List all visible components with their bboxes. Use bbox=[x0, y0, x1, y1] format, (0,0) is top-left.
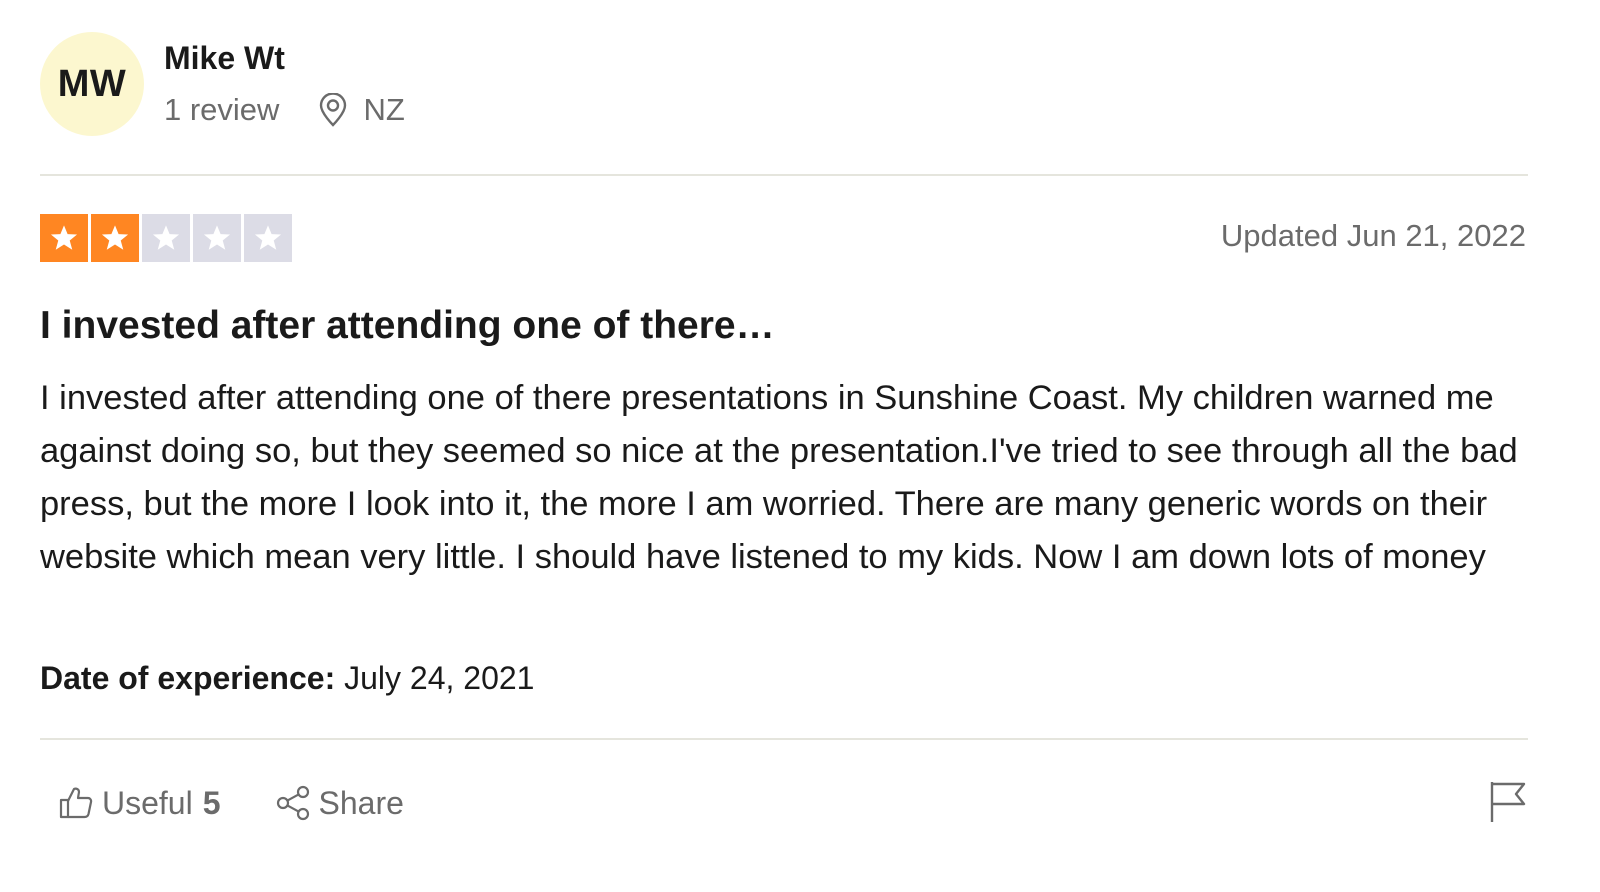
actions-divider bbox=[40, 738, 1528, 740]
share-icon bbox=[275, 785, 311, 821]
consumer-country: NZ bbox=[363, 92, 405, 127]
rating-row: Updated Jun 21, 2022 bbox=[40, 214, 1528, 262]
useful-label: Useful bbox=[102, 784, 193, 821]
star-icon bbox=[193, 214, 241, 262]
thumbs-up-icon bbox=[58, 785, 94, 821]
report-button[interactable] bbox=[1488, 780, 1528, 824]
useful-count: 5 bbox=[202, 784, 221, 821]
experience-label: Date of experience: bbox=[40, 660, 336, 696]
star-icon bbox=[244, 214, 292, 262]
share-label: Share bbox=[318, 784, 404, 821]
consumer-header: MW Mike Wt 1 review NZ bbox=[40, 32, 405, 136]
useful-button[interactable]: Useful 5 bbox=[58, 785, 221, 822]
review-card: MW Mike Wt 1 review NZ Updated Jun 21, 2… bbox=[40, 0, 1528, 892]
avatar[interactable]: MW bbox=[40, 32, 144, 136]
flag-icon bbox=[1488, 782, 1528, 828]
review-title[interactable]: I invested after attending one of there… bbox=[40, 300, 775, 352]
star-icon bbox=[40, 214, 88, 262]
consumer-meta: 1 review NZ bbox=[164, 88, 764, 132]
header-divider bbox=[40, 174, 1528, 176]
experience-date: July 24, 2021 bbox=[344, 660, 535, 696]
star-rating bbox=[40, 214, 295, 262]
review-count: 1 review bbox=[164, 92, 280, 127]
review-body: I invested after attending one of there … bbox=[40, 379, 1518, 576]
consumer-name[interactable]: Mike Wt bbox=[164, 36, 764, 80]
star-icon bbox=[142, 214, 190, 262]
share-button[interactable]: Share bbox=[275, 785, 404, 822]
review-date: Updated Jun 21, 2022 bbox=[1220, 218, 1526, 253]
review-actions: Useful 5 Share bbox=[58, 780, 404, 826]
consumer-info: Mike Wt 1 review NZ bbox=[164, 36, 764, 132]
date-of-experience: Date of experience: July 24, 2021 bbox=[40, 656, 534, 700]
location-pin-icon bbox=[317, 93, 349, 127]
star-icon bbox=[91, 214, 139, 262]
